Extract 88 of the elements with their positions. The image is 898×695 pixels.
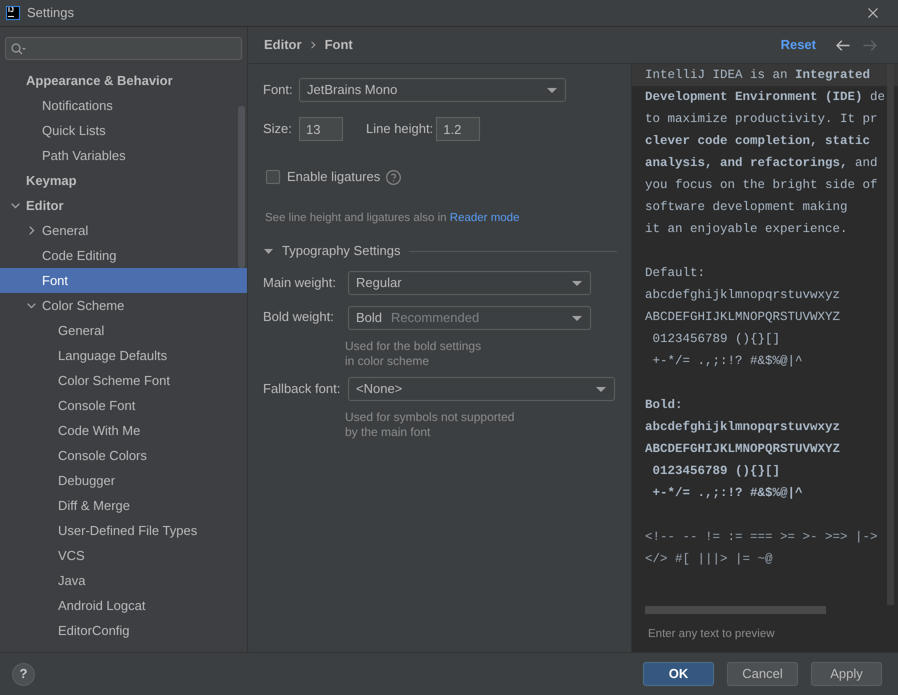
tree-item[interactable]: Color Scheme xyxy=(0,293,247,318)
tree-item[interactable]: General xyxy=(0,218,247,243)
tree-item[interactable]: Appearance & Behavior xyxy=(0,68,247,93)
tree-item[interactable]: Quick Lists xyxy=(0,118,247,143)
close-icon xyxy=(868,8,878,18)
preview-line: Bold: xyxy=(645,397,683,414)
search-icon xyxy=(11,42,26,54)
tree-item[interactable]: Path Variables xyxy=(0,143,247,168)
font-dropdown[interactable]: JetBrains Mono xyxy=(299,78,566,102)
arrow-right-icon xyxy=(863,40,877,50)
tree-item[interactable]: Java xyxy=(0,568,247,593)
help-icon[interactable] xyxy=(386,170,402,184)
help-button[interactable]: ? xyxy=(12,662,35,686)
reset-link[interactable]: Reset xyxy=(780,35,816,55)
checkbox-label[interactable]: Enable ligatures xyxy=(287,167,380,187)
scrollbar[interactable] xyxy=(238,106,245,268)
breadcrumb-item: Font xyxy=(324,36,353,54)
preview-hint: Enter any text to preview xyxy=(648,627,776,641)
tree-item[interactable]: Console Font xyxy=(0,393,247,418)
breadcrumb-item[interactable]: Editor xyxy=(264,35,302,55)
dropdown-arrow-icon xyxy=(547,88,557,92)
preview-line: you focus on the bright side of xyxy=(645,177,878,194)
dialog-button[interactable]: Cancel xyxy=(727,662,798,686)
preview-line: abcdefghijklmnopqrstuvwxyz xyxy=(645,287,840,304)
ok-button[interactable]: OK xyxy=(643,662,714,686)
tree-item[interactable]: Console Colors xyxy=(0,443,247,468)
bold-weight-label: Bold weight: xyxy=(263,308,335,326)
dropdown-arrow-icon xyxy=(596,386,606,392)
dropdown-arrow-icon xyxy=(572,316,582,320)
dropdown-arrow-icon xyxy=(572,280,582,286)
arrow-left-icon xyxy=(836,40,850,50)
preview-line: software development making xyxy=(645,199,848,216)
line-height-label: Line height: xyxy=(366,120,434,138)
fallback-font-dropdown[interactable]: <None> xyxy=(348,377,615,401)
tree-item[interactable]: Language Defaults xyxy=(0,343,247,368)
tree-item[interactable]: Font xyxy=(0,268,247,293)
size-field[interactable]: 13 xyxy=(299,117,343,141)
preview-line: it an enjoyable experience. xyxy=(645,221,848,238)
font-label: Font: xyxy=(263,81,294,100)
preview-line: +-*/= .,;:!? #&$%@|^ xyxy=(652,353,803,370)
tree-item[interactable]: Notifications xyxy=(0,93,247,118)
tree-item[interactable]: Editor xyxy=(0,193,247,218)
window-title: Settings xyxy=(27,4,74,22)
preview-line: ABCDEFGHIJKLMNOPQRSTUVWXYZ xyxy=(645,309,840,326)
dialog-button[interactable]: Apply xyxy=(811,662,882,686)
hint-text: Used for the bold settings in color scheme xyxy=(345,339,482,369)
tree-item[interactable]: Color Scheme Font xyxy=(0,368,247,393)
preview-line: clever code completion, static xyxy=(645,133,870,150)
reader-mode-link[interactable]: Reader mode xyxy=(450,212,520,224)
tree-item[interactable]: EditorConfig xyxy=(0,618,247,643)
back-button[interactable] xyxy=(836,40,850,50)
search-field[interactable] xyxy=(5,37,242,60)
checkbox[interactable] xyxy=(266,170,280,184)
preview-line: 0123456789 (){}[] xyxy=(652,463,780,480)
chevron-right-icon xyxy=(310,41,316,49)
preview-line: abcdefghijklmnopqrstuvwxyz xyxy=(645,419,840,436)
section-toggle[interactable]: Typography Settings xyxy=(263,241,401,261)
tree-item[interactable]: Diff & Merge xyxy=(0,493,247,518)
close-button[interactable] xyxy=(868,8,878,18)
tree-item[interactable]: Code With Me xyxy=(0,418,247,443)
main-weight-label: Main weight: xyxy=(263,274,337,292)
preview-line: Default: xyxy=(645,265,706,282)
preview-line: IntelliJ IDEA is an Integrated xyxy=(645,67,870,84)
tree-item[interactable]: VCS xyxy=(0,543,247,568)
main-weight-dropdown[interactable]: Regular xyxy=(348,271,591,295)
tree-item[interactable]: User-Defined File Types xyxy=(0,518,247,543)
size-label: Size: xyxy=(263,120,293,138)
tree-item[interactable]: Keymap xyxy=(0,168,247,193)
tree-item[interactable]: Android Logcat xyxy=(0,593,247,618)
triangle-down-icon xyxy=(264,248,273,254)
hint-text: Used for symbols not supported by the main font xyxy=(345,410,516,440)
line-height-field[interactable]: 1.2 xyxy=(436,117,480,141)
tree-item[interactable]: Code Editing xyxy=(0,243,247,268)
scrollbar[interactable] xyxy=(645,606,826,614)
tree-item[interactable]: General xyxy=(0,318,247,343)
preview-line: Development Environment (IDE) de xyxy=(645,89,886,106)
preview-line: <!-- -- != := === >= >- >=> |-> xyxy=(645,529,878,546)
preview-line: analysis, and refactorings, and xyxy=(645,155,878,172)
bold-weight-dropdown[interactable]: Bold Recommended xyxy=(348,306,591,330)
fallback-font-label: Fallback font: xyxy=(263,380,342,398)
reader-mode-note: See line height and ligatures also in Reader mode xyxy=(265,211,520,226)
preview-line: 0123456789 (){}[] xyxy=(652,331,780,348)
preview-line: +-*/= .,;:!? #&$%@|^ xyxy=(652,485,803,502)
preview-line: to maximize productivity. It pr xyxy=(645,111,878,128)
tree-item[interactable]: Debugger xyxy=(0,468,247,493)
preview-line: ABCDEFGHIJKLMNOPQRSTUVWXYZ xyxy=(645,441,840,458)
preview-line: </> #[ |||> |= ~@ xyxy=(645,551,773,568)
preview-editor[interactable] xyxy=(632,64,898,652)
